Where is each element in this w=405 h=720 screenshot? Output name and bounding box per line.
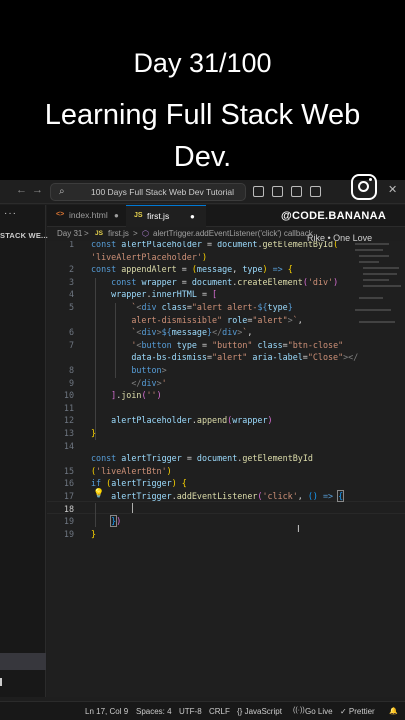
code-line: 9 </div>' xyxy=(68,377,167,388)
caption-day: Day 31/100 xyxy=(133,48,272,78)
mouse-ibeam-icon: I xyxy=(297,524,300,535)
breadcrumb-separator: > xyxy=(133,229,138,238)
breadcrumb-folder[interactable]: Day 31 xyxy=(57,229,82,238)
customize-layout-icon[interactable] xyxy=(310,186,321,197)
command-center-text: 100 Days Full Stack Web Dev Tutorial xyxy=(91,187,234,197)
back-arrow-icon[interactable]: ← xyxy=(16,184,27,196)
tab-first-js[interactable]: JS first.js ● xyxy=(126,205,206,227)
code-line: 19} xyxy=(63,528,97,539)
explorer-folder-title[interactable]: STACK WE... xyxy=(0,231,48,240)
toggle-sidebar-icon[interactable] xyxy=(253,186,264,197)
caption-title-line1: Learning Full Stack Web xyxy=(44,99,361,131)
video-caption: Day 31/100 Learning Full Stack Web Dev. xyxy=(0,0,405,180)
caption-title: Learning Full Stack Web Dev. xyxy=(0,94,405,178)
breadcrumb-symbol[interactable]: alertTrigger.addEventListener('click') c… xyxy=(153,229,313,238)
tab-index-html[interactable]: <> index.html ● xyxy=(47,205,125,227)
html-file-icon: <> xyxy=(56,211,65,218)
breadcrumb: Day 31 > JS first.js > ⬡ alertTrigger.ad… xyxy=(47,227,405,241)
go-live-icon: ((·)) xyxy=(293,707,305,714)
js-file-icon: JS xyxy=(134,212,143,219)
explorer-item-marker xyxy=(0,678,2,686)
toggle-panel-icon[interactable] xyxy=(272,186,283,197)
more-actions-icon[interactable]: ··· xyxy=(4,208,17,219)
code-line: 12 alertPlaceholder.append(wrapper) xyxy=(63,415,273,426)
modified-dot-icon: ● xyxy=(190,212,195,221)
watermark-handle: @CODE.BANANAA xyxy=(281,210,387,222)
forward-arrow-icon[interactable]: → xyxy=(32,184,43,196)
code-line: 13} xyxy=(63,428,97,438)
notifications-bell-icon[interactable]: 🔔 xyxy=(389,707,398,715)
breadcrumb-separator: > xyxy=(84,229,89,238)
code-line: 6 `<div>${message}</div>`, xyxy=(68,327,253,338)
text-cursor xyxy=(132,503,133,513)
code-line: 11 xyxy=(63,402,74,413)
code-line: 2 const appendAlert = (message, type) => … xyxy=(68,264,293,275)
code-line: 14 xyxy=(63,440,74,451)
code-line: data-bs-dismiss="alert" aria-label="Clos… xyxy=(131,352,359,363)
go-live-button[interactable]: Go Live xyxy=(305,707,333,716)
code-line: 5 `<div class="alert alert-${type} xyxy=(68,302,293,312)
code-line: 'liveAlertPlaceholder') xyxy=(91,251,207,262)
code-line: 3 const wrapper = document.createElement… xyxy=(68,276,339,287)
cursor-position[interactable]: Ln 17, Col 9 xyxy=(85,707,128,716)
close-window-icon[interactable]: ✕ xyxy=(388,183,397,196)
code-line: 18 xyxy=(63,503,74,514)
search-icon: ⌕ xyxy=(59,186,65,197)
prettier-button[interactable]: ✓ Prettier xyxy=(340,707,375,716)
explorer-selected-item[interactable] xyxy=(0,653,46,670)
title-bar: ← → ⌕ 100 Days Full Stack Web Dev Tutori… xyxy=(0,180,405,204)
code-line: 8 button> xyxy=(68,365,167,375)
code-line: alert-dismissible" role="alert">`, xyxy=(131,314,303,325)
language-mode[interactable]: {} JavaScript xyxy=(237,707,282,716)
status-bar: Ln 17, Col 9 Spaces: 4 UTF-8 CRLF {} Jav… xyxy=(0,701,405,720)
line-endings[interactable]: CRLF xyxy=(209,707,230,716)
code-line: 19 }) xyxy=(63,515,122,528)
code-line: 10 ].join('') xyxy=(63,390,162,401)
tab-label: index.html xyxy=(69,210,108,220)
instagram-icon xyxy=(351,174,377,200)
encoding[interactable]: UTF-8 xyxy=(179,707,202,716)
callback-symbol-icon: ⬡ xyxy=(142,229,149,238)
command-center-search[interactable]: ⌕ 100 Days Full Stack Web Dev Tutorial xyxy=(50,183,246,201)
lightbulb-icon[interactable]: 💡 xyxy=(93,488,104,499)
code-line: const alertTrigger = document.getElement… xyxy=(91,453,313,464)
code-line: 15 ('liveAlertBtn') xyxy=(63,465,172,476)
code-line: 4 wrapper.innerHTML = [ xyxy=(68,289,218,300)
code-line: 1 const alertPlaceholder = document.getEl… xyxy=(68,241,339,249)
modified-dot-icon: ● xyxy=(114,211,119,220)
minimap[interactable] xyxy=(355,241,403,351)
explorer-sidebar: ··· STACK WE... xyxy=(0,205,48,697)
js-file-icon: JS xyxy=(95,230,103,237)
breadcrumb-file[interactable]: first.js xyxy=(108,229,129,238)
caption-title-line2: Dev. xyxy=(173,141,232,173)
code-line: 7 '<button type = "button" class="btn-cl… xyxy=(68,339,344,350)
vscode-window: ← → ⌕ 100 Days Full Stack Web Dev Tutori… xyxy=(0,174,405,720)
toggle-secondary-sidebar-icon[interactable] xyxy=(291,186,302,197)
code-editor[interactable]: 1 const alertPlaceholder = document.getEl… xyxy=(47,241,405,697)
tab-label: first.js xyxy=(147,211,170,221)
indentation[interactable]: Spaces: 4 xyxy=(136,707,172,716)
